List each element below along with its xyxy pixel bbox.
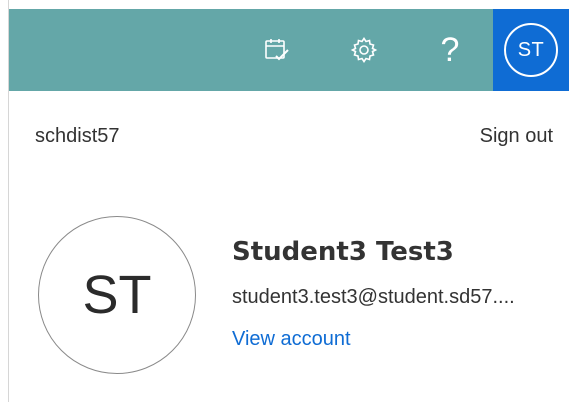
avatar: ST	[504, 23, 558, 77]
sign-out-link[interactable]: Sign out	[480, 125, 553, 148]
profile-avatar-initials: ST	[82, 265, 152, 325]
user-email: student3.test3@student.sd57....	[232, 286, 515, 308]
account-panel: schdist57 Sign out ST Student3 Test3 stu…	[9, 91, 569, 402]
user-display-name: Student3 Test3	[232, 237, 454, 267]
profile-avatar: ST	[38, 216, 196, 374]
tenant-name: schdist57	[35, 125, 120, 147]
top-strip	[9, 0, 569, 9]
view-account-link[interactable]: View account	[232, 328, 351, 351]
help-button[interactable]: ?	[420, 9, 480, 91]
account-menu-button[interactable]: ST	[493, 9, 569, 91]
window-left-border	[0, 0, 9, 402]
calendar-button[interactable]	[247, 9, 307, 91]
calendar-check-icon	[265, 39, 289, 61]
settings-button[interactable]	[334, 9, 394, 91]
gear-icon	[350, 37, 378, 63]
account-manager-window: ? ST schdist57 Sign out ST Student3 Test…	[0, 0, 569, 402]
avatar-initials: ST	[517, 38, 545, 61]
help-icon: ?	[440, 31, 460, 69]
